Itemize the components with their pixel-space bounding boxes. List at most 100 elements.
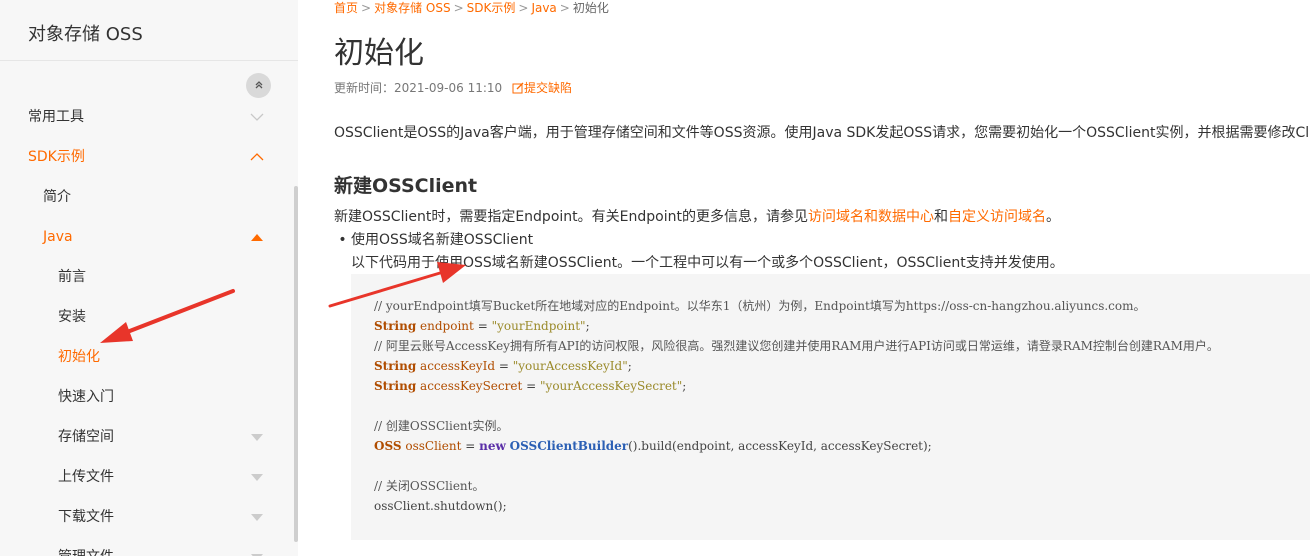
code-string: "yourEndpoint" — [491, 319, 586, 333]
breadcrumb-sdk[interactable]: SDK示例 — [467, 1, 516, 15]
sidebar-divider — [0, 60, 298, 61]
feedback-link[interactable]: 提交缺陷 — [512, 81, 572, 95]
code-string: "yourAccessKeyId" — [512, 359, 628, 373]
page-root: 对象存储 OSS 常用工具 SDK示例 简介 Java 前言 安装 初始化 快速… — [0, 0, 1310, 556]
chevron-up-icon — [250, 137, 264, 177]
edit-icon — [512, 82, 524, 94]
para-text: 。 — [1045, 209, 1060, 225]
sidebar-item-label: 存储空间 — [58, 429, 114, 445]
caret-down-icon — [250, 457, 264, 497]
code-line: // yourEndpoint填写Bucket所在地域对应的Endpoint。以… — [374, 296, 1146, 316]
product-title[interactable]: 对象存储 OSS — [28, 20, 143, 46]
caret-down-icon — [250, 537, 264, 556]
caret-up-icon — [250, 217, 264, 257]
code-variable: ossClient — [405, 439, 462, 453]
breadcrumb-separator: > — [453, 1, 464, 15]
sidebar-item-java[interactable]: Java — [0, 217, 298, 257]
code-variable: endpoint — [420, 319, 474, 333]
code-variable: accessKeyId — [420, 359, 496, 373]
code-keyword: String — [374, 319, 417, 333]
para-text: 新建OSSClient时，需要指定Endpoint。有关Endpoint的更多信… — [334, 209, 808, 225]
code-operator: ; — [682, 379, 687, 393]
breadcrumb-current: 初始化 — [572, 1, 609, 15]
breadcrumb-separator: > — [559, 1, 570, 15]
page-title: 初始化 — [334, 36, 424, 71]
code-line: String accessKeySecret = "yourAccessKeyS… — [374, 376, 686, 396]
sidebar-item-manage[interactable]: 管理文件 — [0, 537, 298, 556]
bullet-text: 使用OSS域名新建OSSClient — [351, 232, 534, 248]
sidebar-scrollbar[interactable] — [294, 186, 298, 542]
updated-value: 2021-09-06 11:10 — [394, 81, 503, 95]
main-content: 首页 > 对象存储 OSS > SDK示例 > Java > 初始化 初始化 更新时间：2021… — [334, 0, 1310, 556]
breadcrumb-home[interactable]: 首页 — [334, 1, 358, 15]
code-comment: // 关闭OSSClient。 — [374, 479, 485, 493]
code-operator: ; — [627, 359, 632, 373]
sidebar-item-label: 管理文件 — [58, 537, 114, 556]
code-call: ().build(endpoint, accessKeyId, accessKe… — [628, 439, 932, 453]
code-operator: = — [498, 359, 509, 373]
sidebar-item-label: 前言 — [58, 269, 86, 285]
sidebar-item-upload[interactable]: 上传文件 — [0, 457, 298, 497]
code-comment: // 阿里云账号AccessKey拥有所有API的访问权限，风险很高。强烈建议您… — [374, 339, 1219, 353]
sidebar-item-sdk[interactable]: SDK示例 — [0, 137, 298, 177]
code-line: String accessKeyId = "yourAccessKeyId"; — [374, 356, 632, 376]
double-chevron-up-icon — [255, 81, 262, 89]
sidebar-item-install[interactable]: 安装 — [0, 297, 298, 337]
collapse-all-button[interactable] — [246, 73, 271, 98]
para-text: 和 — [933, 209, 948, 225]
sidebar-item-download[interactable]: 下载文件 — [0, 497, 298, 537]
sidebar-item-label: Java — [43, 229, 73, 245]
code-description: 以下代码用于使用OSS域名新建OSSClient。一个工程中可以有一个或多个OS… — [351, 255, 1064, 271]
caret-down-icon — [250, 417, 264, 457]
code-variable: accessKeySecret — [420, 379, 523, 393]
code-keyword-new: new — [479, 439, 506, 453]
code-line: // 创建OSSClient实例。 — [374, 416, 508, 436]
code-operator: = — [477, 319, 488, 333]
link-endpoints[interactable]: 访问域名和数据中心 — [808, 209, 934, 225]
sidebar-item-preface[interactable]: 前言 — [0, 257, 298, 297]
code-line: ossClient.shutdown(); — [374, 496, 507, 516]
breadcrumb-oss[interactable]: 对象存储 OSS — [374, 1, 451, 15]
code-line: String endpoint = "yourEndpoint"; — [374, 316, 590, 336]
code-keyword: OSS — [374, 439, 402, 453]
intro-paragraph: OSSClient是OSS的Java客户端，用于管理存储空间和文件等OSS资源。… — [334, 125, 1310, 141]
breadcrumb: 首页 > 对象存储 OSS > SDK示例 > Java > 初始化 — [334, 0, 609, 16]
sidebar-item-tools[interactable]: 常用工具 — [0, 97, 298, 137]
code-class: OSSClientBuilder — [509, 439, 629, 453]
sidebar-item-bucket[interactable]: 存储空间 — [0, 417, 298, 457]
link-custom-domain[interactable]: 自定义访问域名 — [948, 209, 1046, 225]
code-keyword: String — [374, 359, 417, 373]
sidebar-item-label: 常用工具 — [28, 109, 84, 125]
sidebar-item-quickstart[interactable]: 快速入门 — [0, 377, 298, 417]
code-operator: ; — [585, 319, 590, 333]
code-comment: // yourEndpoint填写Bucket所在地域对应的Endpoint。以… — [374, 299, 1146, 313]
sidebar-item-label: 初始化 — [58, 349, 100, 365]
section-title: 新建OSSClient — [334, 175, 478, 197]
code-keyword: String — [374, 379, 417, 393]
code-block[interactable]: // yourEndpoint填写Bucket所在地域对应的Endpoint。以… — [351, 274, 1310, 540]
sidebar-item-label: 简介 — [43, 189, 71, 205]
sidebar-item-label: SDK示例 — [28, 149, 85, 165]
breadcrumb-java[interactable]: Java — [531, 1, 556, 15]
sidebar-item-intro[interactable]: 简介 — [0, 177, 298, 217]
feedback-label: 提交缺陷 — [523, 81, 572, 95]
code-comment: // 创建OSSClient实例。 — [374, 419, 509, 433]
sidebar-item-label: 快速入门 — [58, 389, 114, 405]
update-meta: 更新时间：2021-09-06 11:10 提交缺陷 — [334, 79, 572, 96]
code-line: // 阿里云账号AccessKey拥有所有API的访问权限，风险很高。强烈建议您… — [374, 336, 1219, 356]
code-call: ossClient.shutdown(); — [374, 499, 507, 513]
breadcrumb-separator: > — [518, 1, 529, 15]
sidebar-item-label: 下载文件 — [58, 509, 114, 525]
updated-label: 更新时间： — [334, 81, 395, 95]
list-item: • 使用OSS域名新建OSSClient — [334, 229, 533, 249]
breadcrumb-separator: > — [361, 1, 372, 15]
sidebar-item-init[interactable]: 初始化 — [0, 337, 298, 377]
chevron-down-icon — [250, 97, 264, 137]
sidebar-item-label: 安装 — [58, 309, 86, 325]
sidebar-item-label: 上传文件 — [58, 469, 114, 485]
section-paragraph: 新建OSSClient时，需要指定Endpoint。有关Endpoint的更多信… — [334, 206, 1060, 226]
code-line: // 关闭OSSClient。 — [374, 476, 484, 496]
caret-down-icon — [250, 497, 264, 537]
code-line: OSS ossClient = new OSSClientBuilder().b… — [374, 436, 932, 456]
sidebar: 对象存储 OSS 常用工具 SDK示例 简介 Java 前言 安装 初始化 快速… — [0, 0, 298, 556]
